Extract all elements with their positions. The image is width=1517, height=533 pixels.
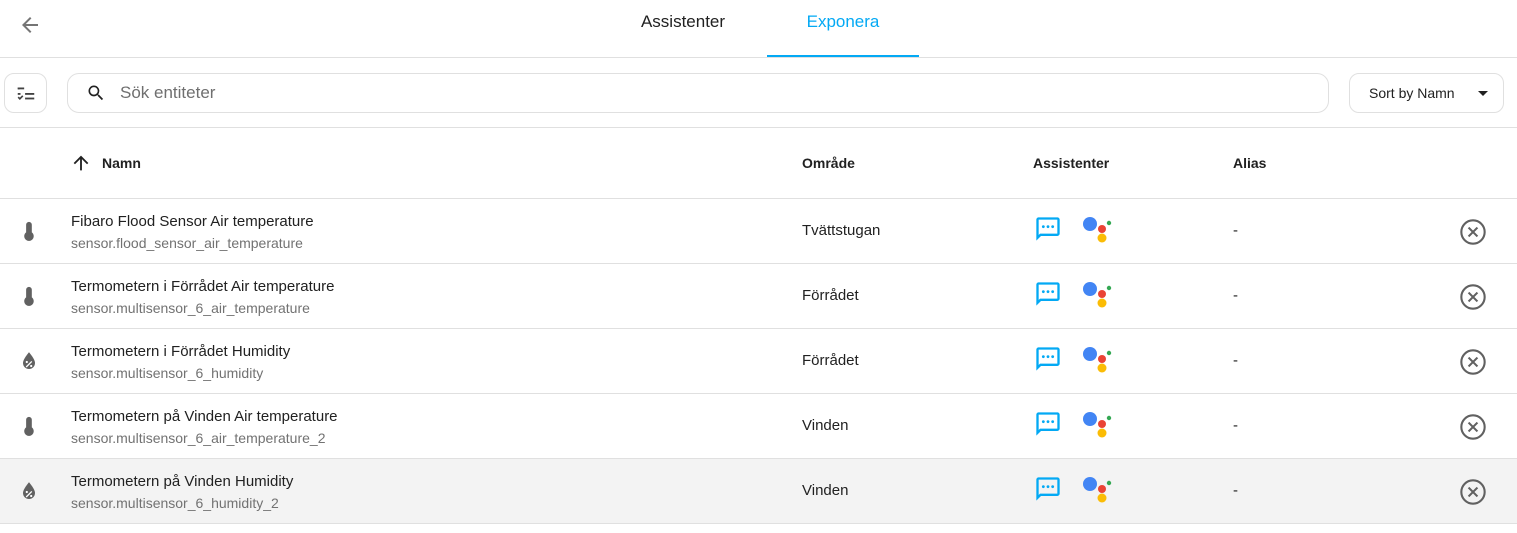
tab-expose[interactable]: Exponera	[767, 0, 919, 58]
close-circle-icon	[1459, 478, 1487, 506]
sort-label: Sort by Namn	[1369, 85, 1455, 101]
search-toolbar: Sort by Namn	[0, 58, 1517, 128]
entity-name: Termometern på Vinden Humidity	[71, 473, 294, 490]
entity-id: sensor.multisensor_6_humidity	[71, 365, 264, 381]
entity-area: Vinden	[802, 482, 849, 499]
entity-area: Tvättstugan	[802, 222, 881, 239]
assist-conversation-icon[interactable]	[1034, 280, 1062, 308]
close-circle-icon	[1459, 283, 1487, 311]
column-header-alias[interactable]: Alias	[1233, 128, 1266, 198]
entity-name: Termometern på Vinden Air temperature	[71, 408, 338, 425]
google-assistant-icon[interactable]	[1081, 409, 1115, 439]
unexpose-button[interactable]	[1458, 347, 1488, 377]
google-assistant-icon[interactable]	[1081, 214, 1115, 244]
unexpose-button[interactable]	[1458, 412, 1488, 442]
entity-area: Förrådet	[802, 352, 859, 369]
filter-list-icon	[17, 87, 34, 100]
search-box	[67, 73, 1329, 113]
assist-conversation-icon[interactable]	[1034, 410, 1062, 438]
assist-conversation-icon[interactable]	[1034, 215, 1062, 243]
entity-alias: -	[1233, 482, 1238, 499]
column-header-name-label: Namn	[102, 155, 141, 171]
google-assistant-icon[interactable]	[1081, 279, 1115, 309]
tab-assistants[interactable]: Assistenter	[612, 0, 754, 58]
search-icon	[86, 83, 106, 103]
column-header-assistants: Assistenter	[1033, 155, 1110, 171]
arrow-left-icon	[22, 17, 38, 33]
back-button[interactable]	[12, 7, 48, 43]
table-header: Namn Område Assistenter Alias	[0, 128, 1517, 199]
active-tab-indicator	[767, 55, 919, 57]
filter-button[interactable]	[4, 73, 47, 113]
close-circle-icon	[1459, 218, 1487, 246]
thermometer-icon	[17, 219, 41, 243]
chevron-down-icon	[1478, 91, 1488, 96]
unexpose-button[interactable]	[1458, 477, 1488, 507]
entity-alias: -	[1233, 287, 1238, 304]
arrow-up-icon	[70, 152, 92, 174]
entity-alias: -	[1233, 417, 1238, 434]
google-assistant-icon[interactable]	[1081, 474, 1115, 504]
table-row[interactable]: Termometern på Vinden Humidity sensor.mul…	[0, 459, 1517, 524]
sort-dropdown[interactable]: Sort by Namn	[1349, 73, 1504, 113]
table-row[interactable]: Termometern i Förrådet Humidity sensor.mu…	[0, 329, 1517, 394]
water-percent-icon	[17, 479, 41, 503]
entity-area: Vinden	[802, 417, 849, 434]
thermometer-icon	[17, 414, 41, 438]
unexpose-button[interactable]	[1458, 282, 1488, 312]
entity-id: sensor.multisensor_6_air_temperature	[71, 300, 310, 316]
close-circle-icon	[1459, 413, 1487, 441]
thermometer-icon	[17, 284, 41, 308]
entity-alias: -	[1233, 222, 1238, 239]
entity-name: Termometern i Förrådet Humidity	[71, 343, 291, 360]
table-row[interactable]: Termometern på Vinden Air temperature sen…	[0, 394, 1517, 459]
assist-conversation-icon[interactable]	[1034, 475, 1062, 503]
entity-alias: -	[1233, 352, 1238, 369]
table-row[interactable]: Termometern i Förrådet Air temperature se…	[0, 264, 1517, 329]
search-input[interactable]	[120, 83, 1328, 103]
table-row[interactable]: Fibaro Flood Sensor Air temperature senso…	[0, 199, 1517, 264]
top-app-bar: Assistenter Exponera	[0, 0, 1517, 58]
google-assistant-icon[interactable]	[1081, 344, 1115, 374]
entity-id: sensor.multisensor_6_air_temperature_2	[71, 430, 326, 446]
entity-area: Förrådet	[802, 287, 859, 304]
column-header-area[interactable]: Område	[802, 128, 855, 198]
entity-name: Termometern i Förrådet Air temperature	[71, 278, 335, 295]
unexpose-button[interactable]	[1458, 217, 1488, 247]
entity-id: sensor.multisensor_6_humidity_2	[71, 495, 279, 511]
water-percent-icon	[17, 349, 41, 373]
close-circle-icon	[1459, 348, 1487, 376]
entity-id: sensor.flood_sensor_air_temperature	[71, 235, 303, 251]
entity-name: Fibaro Flood Sensor Air temperature	[71, 213, 314, 230]
assist-conversation-icon[interactable]	[1034, 345, 1062, 373]
column-header-name[interactable]: Namn	[70, 128, 141, 198]
